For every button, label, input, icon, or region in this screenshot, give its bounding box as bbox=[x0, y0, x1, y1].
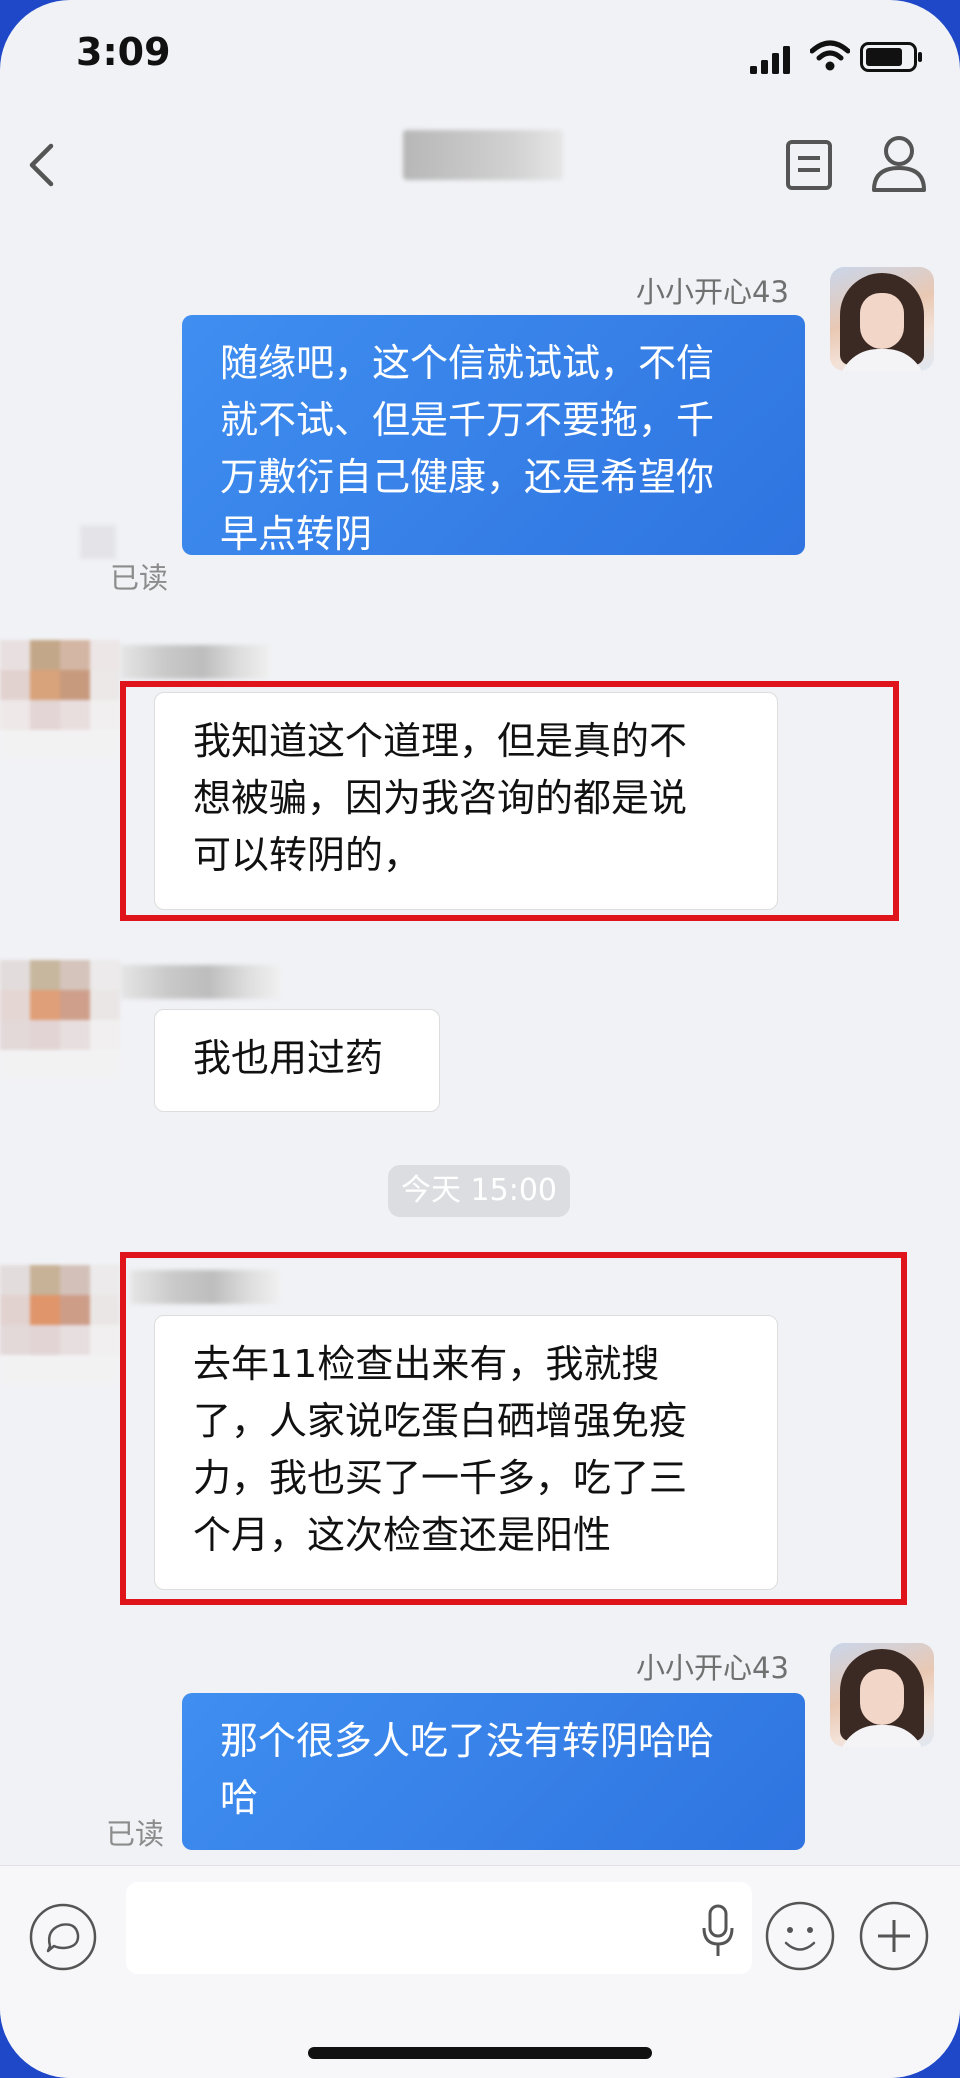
smiley-icon[interactable] bbox=[764, 1900, 836, 1972]
message-line: 随缘吧，这个信就试试，不信 bbox=[220, 341, 715, 385]
message-input[interactable] bbox=[126, 1882, 752, 1974]
notes-icon[interactable] bbox=[782, 138, 836, 192]
sender-name: 小小开心43 bbox=[636, 275, 789, 309]
wifi-icon bbox=[810, 40, 850, 71]
read-status: 已读 bbox=[110, 561, 169, 595]
phone-screen: 3:09 小小开心43 随缘吧，这个信就试试，不信 就不试、但是千万不要拖，千 … bbox=[0, 0, 960, 2078]
chat-bubble-icon[interactable] bbox=[28, 1902, 98, 1972]
user-avatar[interactable] bbox=[830, 267, 934, 371]
status-bar: 3:09 bbox=[0, 0, 960, 110]
message-line: 我也用过药 bbox=[193, 1036, 384, 1080]
blurred-read-mark bbox=[80, 525, 116, 559]
input-bar bbox=[0, 1865, 960, 2078]
message-line: 就不试、但是千万不要拖，千 bbox=[220, 398, 715, 442]
read-status: 已读 bbox=[106, 1817, 165, 1851]
status-time: 3:09 bbox=[76, 30, 171, 74]
nav-bar bbox=[0, 110, 960, 225]
blurred-contact-avatar bbox=[0, 1265, 120, 1385]
blurred-contact-avatar bbox=[0, 640, 120, 760]
outgoing-message-bubble[interactable]: 随缘吧，这个信就试试，不信 就不试、但是千万不要拖，千 万敷衍自己健康，还是希望… bbox=[182, 315, 805, 556]
outgoing-message-bubble[interactable]: 那个很多人吃了没有转阴哈哈 哈 bbox=[182, 1693, 805, 1850]
message-line: 那个很多人吃了没有转阴哈哈 bbox=[220, 1719, 715, 1763]
cellular-signal-icon bbox=[750, 46, 790, 74]
blurred-contact-name bbox=[120, 645, 270, 679]
person-icon[interactable] bbox=[870, 134, 928, 194]
battery-icon bbox=[860, 42, 922, 72]
timestamp-chip: 今天 15:00 bbox=[388, 1165, 570, 1217]
chat-area[interactable]: 小小开心43 随缘吧，这个信就试试，不信 就不试、但是千万不要拖，千 万敷衍自己… bbox=[0, 225, 960, 1865]
highlight-box bbox=[120, 1252, 907, 1605]
blurred-contact-name bbox=[120, 965, 280, 999]
chat-title bbox=[403, 130, 563, 180]
blurred-contact-avatar bbox=[0, 960, 120, 1080]
message-line: 万敷衍自己健康，还是希望你 bbox=[220, 455, 715, 499]
message-line: 早点转阴 bbox=[220, 512, 373, 556]
sender-name: 小小开心43 bbox=[636, 1651, 789, 1685]
highlight-box bbox=[120, 681, 899, 921]
user-avatar[interactable] bbox=[830, 1643, 934, 1747]
back-chevron-icon[interactable] bbox=[18, 140, 68, 190]
message-line: 哈 bbox=[220, 1776, 259, 1820]
plus-icon[interactable] bbox=[858, 1900, 930, 1972]
home-indicator[interactable] bbox=[308, 2047, 652, 2059]
incoming-message-bubble[interactable]: 我也用过药 bbox=[154, 1009, 440, 1112]
microphone-icon[interactable] bbox=[700, 1904, 736, 1958]
